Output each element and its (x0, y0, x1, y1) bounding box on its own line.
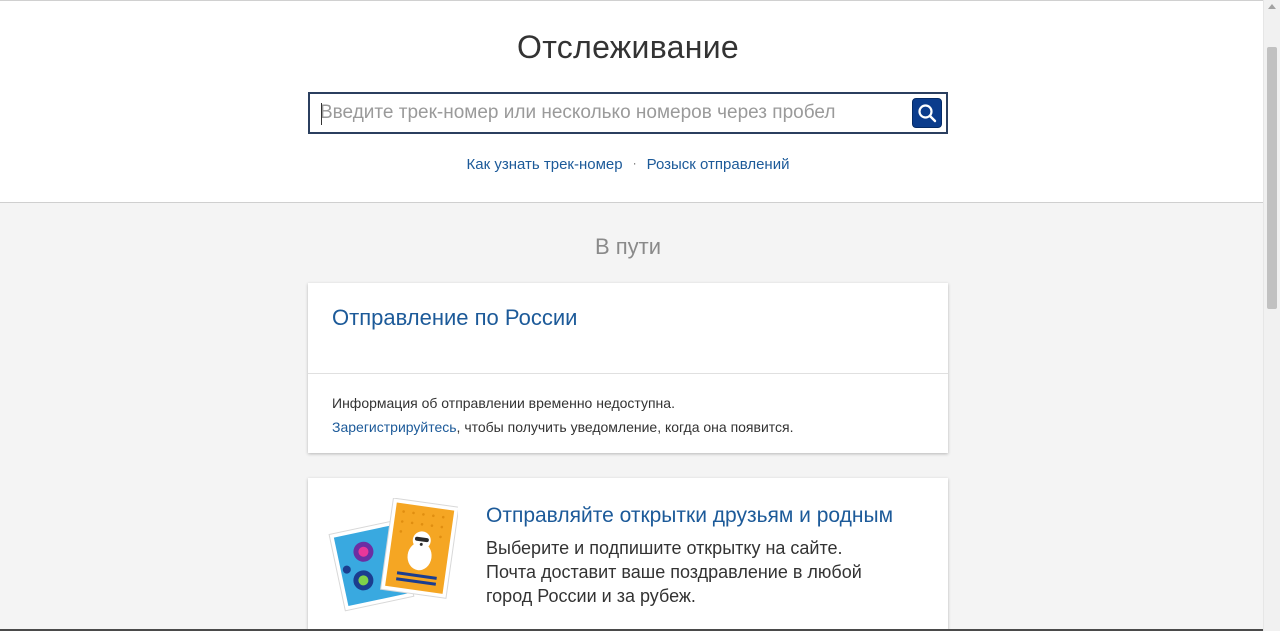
search-button[interactable] (912, 98, 942, 128)
promo-line: Почта доставит ваше поздравление в любой (486, 562, 862, 582)
tracking-header: Отслеживание Как узнать трек-номер · Розыс… (0, 0, 1263, 203)
shipment-search-link[interactable]: Розыск отправлений (647, 156, 790, 173)
tracking-card-body: Информация об отправлении временно недос… (332, 391, 794, 439)
postcards-illustration (328, 498, 458, 612)
link-separator: · (632, 156, 637, 170)
text-caret (321, 103, 322, 125)
promo-text: Выберите и подпишите открытку на сайте. … (486, 536, 926, 608)
search-icon (918, 104, 937, 123)
unavailable-message: Информация об отправлении временно недос… (332, 395, 675, 411)
how-to-find-tracking-link[interactable]: Как узнать трек-номер (467, 156, 623, 173)
status-heading: В пути (594, 234, 662, 259)
register-link[interactable]: Зарегистрируйтесь (332, 419, 457, 435)
search-input[interactable] (320, 97, 900, 129)
scroll-up-arrow-icon[interactable] (1268, 4, 1276, 9)
scrollbar-thumb[interactable] (1267, 47, 1277, 309)
tracking-card: Отправление по России Информация об отпр… (308, 283, 948, 453)
register-suffix: , чтобы получить уведомление, когда она … (456, 419, 794, 435)
tracking-card-header: Отправление по России (308, 283, 948, 374)
register-line: Зарегистрируйтесь, чтобы получить уведом… (332, 415, 794, 439)
promo-line: город России и за рубеж. (486, 586, 696, 606)
tracking-card-title[interactable]: Отправление по России (332, 305, 577, 331)
postcard-promo-card[interactable]: Отправляйте открытки друзьям и родным Вы… (308, 478, 948, 631)
search-box (308, 92, 948, 134)
page: Отслеживание Как узнать трек-номер · Розыс… (0, 0, 1280, 631)
promo-line: Выберите и подпишите открытку на сайте. (486, 538, 843, 558)
page-title: Отслеживание (517, 29, 739, 65)
help-links: Как узнать трек-номер · Розыск отправлений (0, 156, 1256, 173)
vertical-scrollbar[interactable] (1263, 0, 1280, 631)
promo-title[interactable]: Отправляйте открытки друзьям и родным (486, 504, 893, 528)
